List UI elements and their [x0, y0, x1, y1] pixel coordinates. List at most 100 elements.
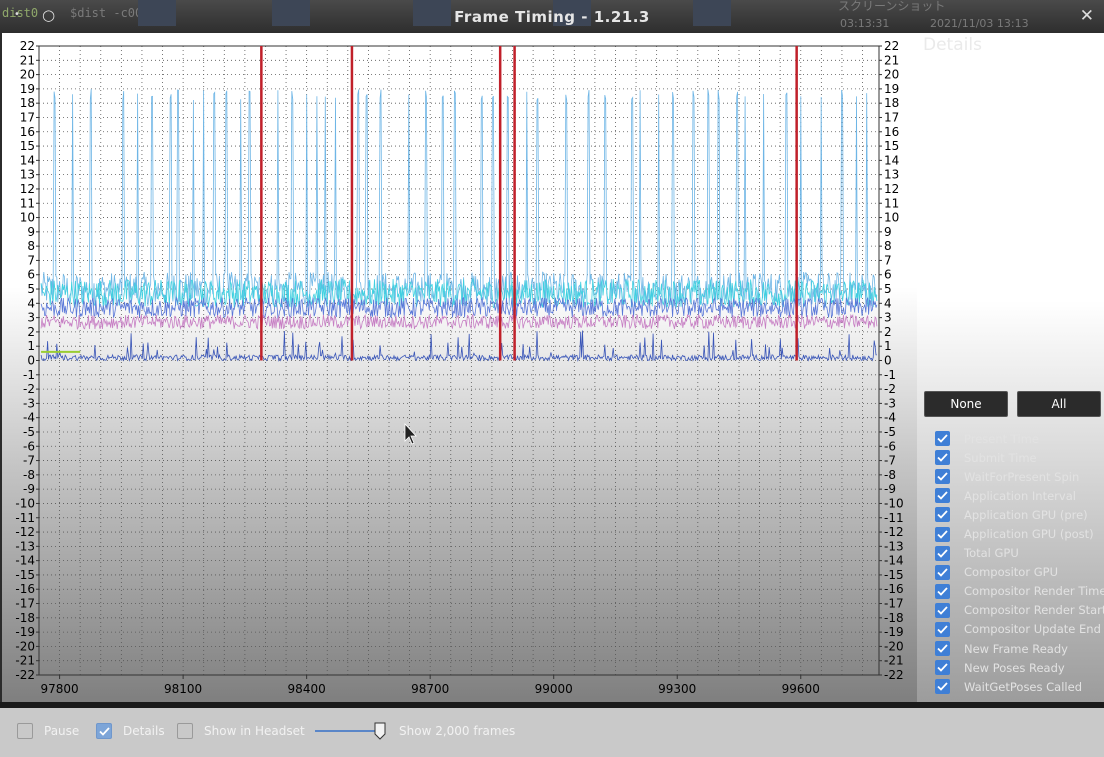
series-line — [40, 89, 878, 308]
y-tick-label-left: -17 — [15, 597, 35, 611]
y-tick-label-left: 0 — [27, 354, 35, 368]
x-tick-label: 97800 — [40, 682, 78, 696]
y-tick-label-left: -16 — [15, 582, 35, 596]
y-tick-label-right: -3 — [884, 396, 896, 410]
series-label: WaitForPresent Spin — [964, 469, 1080, 484]
y-tick-label-left: -2 — [23, 382, 35, 396]
close-icon[interactable]: ✕ — [1080, 6, 1094, 26]
y-tick-label-left: 7 — [27, 253, 35, 267]
details-checkbox[interactable] — [96, 723, 112, 739]
series-checkbox[interactable] — [935, 526, 950, 542]
series-checkbox[interactable] — [935, 660, 950, 676]
none-button[interactable]: None — [924, 391, 1008, 417]
y-tick-label-left: 1 — [27, 339, 35, 353]
series-toggle[interactable]: Application GPU (pre) — [935, 505, 1104, 524]
show-in-headset-checkbox[interactable] — [177, 723, 193, 739]
y-tick-label-right: 8 — [884, 239, 892, 253]
y-tick-label-left: -8 — [23, 468, 35, 482]
series-toggle[interactable]: Application GPU (post) — [935, 524, 1104, 543]
pause-checkbox[interactable] — [17, 723, 33, 739]
y-tick-label-left: 19 — [20, 82, 35, 96]
series-checkbox[interactable] — [935, 507, 950, 523]
series-label: Submit Time — [964, 450, 1037, 465]
all-button[interactable]: All — [1017, 391, 1101, 417]
y-tick-label-left: 6 — [27, 268, 35, 282]
series-checkbox[interactable] — [935, 450, 950, 466]
checkmark-icon — [937, 510, 948, 520]
series-toggle[interactable]: Application Interval — [935, 486, 1104, 505]
series-toggle[interactable]: Present Time — [935, 429, 1104, 448]
series-toggle[interactable]: WaitForPresent Spin — [935, 467, 1104, 486]
y-tick-label-right: -16 — [884, 582, 904, 596]
y-tick-label-right: -5 — [884, 425, 896, 439]
show-in-headset-label: Show in Headset — [204, 724, 305, 738]
series-checkbox[interactable] — [935, 431, 950, 447]
y-tick-label-left: 5 — [27, 282, 35, 296]
y-tick-label-left: 4 — [27, 296, 35, 310]
y-tick-label-left: 14 — [20, 153, 35, 167]
series-checkbox[interactable] — [935, 621, 950, 637]
y-tick-label-left: -9 — [23, 482, 35, 496]
y-tick-label-right: -6 — [884, 439, 896, 453]
series-toggle[interactable]: WaitGetPoses Called — [935, 677, 1104, 696]
y-tick-label-left: 2 — [27, 325, 35, 339]
series-label: Application Interval — [964, 488, 1076, 503]
y-tick-label-left: -5 — [23, 425, 35, 439]
checkmark-icon — [937, 682, 948, 692]
series-checkbox-list: Present Time Submit Time WaitForPresent Sp… — [935, 429, 1104, 696]
y-tick-label-right: 5 — [884, 282, 892, 296]
series-checkbox[interactable] — [935, 583, 950, 599]
y-tick-label-right: 4 — [884, 296, 892, 310]
chart-canvas[interactable]: 22 2221 2120 2019 1918 1817 1716 1615 1514 1413 13… — [2, 33, 917, 702]
x-tick-label: 98400 — [288, 682, 326, 696]
series-checkbox[interactable] — [935, 679, 950, 695]
y-tick-label-left: 11 — [20, 196, 35, 210]
series-label: Compositor Render Start — [964, 603, 1104, 618]
checkmark-icon — [937, 587, 948, 596]
series-label: Compositor Update End — [964, 622, 1101, 637]
y-tick-label-right: 14 — [884, 153, 899, 167]
y-tick-label-right: 9 — [884, 225, 892, 239]
series-toggle[interactable]: Compositor GPU — [935, 563, 1104, 582]
x-tick-label: 98700 — [411, 682, 449, 696]
y-tick-label-left: 17 — [20, 110, 35, 124]
series-toggle[interactable]: Total GPU — [935, 544, 1104, 563]
y-tick-label-left: 3 — [27, 311, 35, 325]
series-toggle[interactable]: Submit Time — [935, 448, 1104, 467]
y-tick-label-left: -15 — [15, 568, 35, 582]
checkmark-icon — [937, 606, 948, 615]
y-tick-label-left: 15 — [20, 139, 35, 153]
y-tick-label-left: -19 — [15, 625, 35, 639]
y-tick-label-left: -12 — [15, 525, 35, 539]
series-toggle[interactable]: New Frame Ready — [935, 639, 1104, 658]
window-title: Frame Timing - 1.21.3 — [454, 8, 650, 26]
y-tick-label-right: -11 — [884, 511, 904, 525]
checkmark-icon — [937, 548, 948, 558]
series-checkbox[interactable] — [935, 469, 950, 485]
y-tick-label-left: 21 — [20, 53, 35, 67]
series-label: Application GPU (pre) — [964, 507, 1088, 522]
y-tick-label-right: -1 — [884, 368, 896, 382]
y-tick-label-left: -4 — [23, 411, 35, 425]
series-checkbox[interactable] — [935, 641, 950, 657]
series-checkbox[interactable] — [935, 602, 950, 618]
y-tick-label-right: -2 — [884, 382, 896, 396]
y-tick-label-right: -8 — [884, 468, 896, 482]
series-toggle[interactable]: Compositor Render Start — [935, 601, 1104, 620]
y-tick-label-right: -7 — [884, 454, 896, 468]
series-checkbox[interactable] — [935, 545, 950, 561]
y-tick-label-right: -12 — [884, 525, 904, 539]
series-toggle[interactable]: Compositor Update End — [935, 620, 1104, 639]
series-checkbox[interactable] — [935, 564, 950, 580]
y-tick-label-right: -17 — [884, 597, 904, 611]
series-checkbox[interactable] — [935, 488, 950, 504]
frames-slider-handle[interactable] — [374, 722, 386, 740]
y-tick-label-left: 22 — [20, 39, 35, 53]
y-tick-label-right: 12 — [884, 182, 899, 196]
y-tick-label-right: 1 — [884, 339, 892, 353]
frame-timing-chart[interactable]: 22 22 21 21 20 20 19 19 18 18 17 17 16 16 15 15 14 14 13 13… — [2, 33, 917, 702]
y-tick-label-left: -3 — [23, 396, 35, 410]
y-tick-label-right: -22 — [884, 668, 904, 682]
series-toggle[interactable]: Compositor Render Time — [935, 582, 1104, 601]
series-toggle[interactable]: New Poses Ready — [935, 658, 1104, 677]
